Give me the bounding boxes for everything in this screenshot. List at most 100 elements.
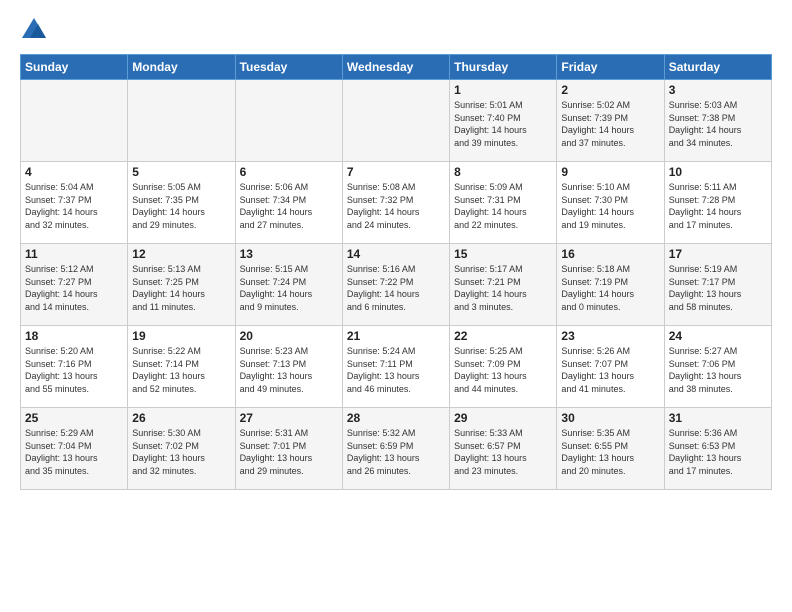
day-info: Sunrise: 5:02 AM Sunset: 7:39 PM Dayligh… [561,99,659,149]
day-info: Sunrise: 5:10 AM Sunset: 7:30 PM Dayligh… [561,181,659,231]
day-number: 22 [454,329,552,343]
week-row-3: 11 Sunrise: 5:12 AM Sunset: 7:27 PM Dayli… [21,244,772,326]
day-number: 25 [25,411,123,425]
day-info: Sunrise: 5:01 AM Sunset: 7:40 PM Dayligh… [454,99,552,149]
calendar-cell: 25 Sunrise: 5:29 AM Sunset: 7:04 PM Dayli… [21,408,128,490]
calendar-cell: 24 Sunrise: 5:27 AM Sunset: 7:06 PM Dayli… [664,326,771,408]
day-info: Sunrise: 5:17 AM Sunset: 7:21 PM Dayligh… [454,263,552,313]
day-number: 23 [561,329,659,343]
calendar-cell: 17 Sunrise: 5:19 AM Sunset: 7:17 PM Dayli… [664,244,771,326]
calendar: SundayMondayTuesdayWednesdayThursdayFrid… [20,54,772,490]
day-number: 24 [669,329,767,343]
calendar-cell: 13Sunrise: 5:15 AM Sunset: 7:24 PM Dayli… [235,244,342,326]
calendar-cell: 4Sunrise: 5:04 AM Sunset: 7:37 PM Daylig… [21,162,128,244]
calendar-cell: 9 Sunrise: 5:10 AM Sunset: 7:30 PM Daylig… [557,162,664,244]
calendar-cell [342,80,449,162]
page: SundayMondayTuesdayWednesdayThursdayFrid… [0,0,792,612]
day-info: Sunrise: 5:06 AM Sunset: 7:34 PM Dayligh… [240,181,338,231]
day-info: Sunrise: 5:18 AM Sunset: 7:19 PM Dayligh… [561,263,659,313]
day-info: Sunrise: 5:26 AM Sunset: 7:07 PM Dayligh… [561,345,659,395]
day-info: Sunrise: 5:05 AM Sunset: 7:35 PM Dayligh… [132,181,230,231]
day-info: Sunrise: 5:08 AM Sunset: 7:32 PM Dayligh… [347,181,445,231]
day-info: Sunrise: 5:31 AM Sunset: 7:01 PM Dayligh… [240,427,338,477]
calendar-cell: 29 Sunrise: 5:33 AM Sunset: 6:57 PM Dayli… [450,408,557,490]
day-number: 29 [454,411,552,425]
day-number: 6 [240,165,338,179]
day-number: 9 [561,165,659,179]
day-info: Sunrise: 5:36 AM Sunset: 6:53 PM Dayligh… [669,427,767,477]
calendar-cell: 6 Sunrise: 5:06 AM Sunset: 7:34 PM Daylig… [235,162,342,244]
day-info: Sunrise: 5:22 AM Sunset: 7:14 PM Dayligh… [132,345,230,395]
day-number: 27 [240,411,338,425]
day-info: Sunrise: 5:20 AM Sunset: 7:16 PM Dayligh… [25,345,123,395]
day-info: Sunrise: 5:27 AM Sunset: 7:06 PM Dayligh… [669,345,767,395]
day-number: 13 [240,247,338,261]
day-number: 15 [454,247,552,261]
calendar-cell: 2 Sunrise: 5:02 AM Sunset: 7:39 PM Daylig… [557,80,664,162]
calendar-cell: 16 Sunrise: 5:18 AM Sunset: 7:19 PM Dayli… [557,244,664,326]
weekday-header-monday: Monday [128,55,235,80]
weekday-header-row: SundayMondayTuesdayWednesdayThursdayFrid… [21,55,772,80]
calendar-cell: 7 Sunrise: 5:08 AM Sunset: 7:32 PM Daylig… [342,162,449,244]
day-info: Sunrise: 5:16 AM Sunset: 7:22 PM Dayligh… [347,263,445,313]
day-info: Sunrise: 5:35 AM Sunset: 6:55 PM Dayligh… [561,427,659,477]
day-info: Sunrise: 5:13 AM Sunset: 7:25 PM Dayligh… [132,263,230,313]
weekday-header-sunday: Sunday [21,55,128,80]
weekday-header-thursday: Thursday [450,55,557,80]
day-info: Sunrise: 5:32 AM Sunset: 6:59 PM Dayligh… [347,427,445,477]
day-number: 19 [132,329,230,343]
day-number: 21 [347,329,445,343]
calendar-cell: 27 Sunrise: 5:31 AM Sunset: 7:01 PM Dayli… [235,408,342,490]
day-number: 5 [132,165,230,179]
day-number: 17 [669,247,767,261]
day-info: Sunrise: 5:25 AM Sunset: 7:09 PM Dayligh… [454,345,552,395]
calendar-cell: 18Sunrise: 5:20 AM Sunset: 7:16 PM Dayli… [21,326,128,408]
calendar-cell: 5 Sunrise: 5:05 AM Sunset: 7:35 PM Daylig… [128,162,235,244]
day-info: Sunrise: 5:24 AM Sunset: 7:11 PM Dayligh… [347,345,445,395]
day-number: 14 [347,247,445,261]
calendar-cell: 1 Sunrise: 5:01 AM Sunset: 7:40 PM Daylig… [450,80,557,162]
calendar-cell: 8Sunrise: 5:09 AM Sunset: 7:31 PM Daylig… [450,162,557,244]
day-info: Sunrise: 5:33 AM Sunset: 6:57 PM Dayligh… [454,427,552,477]
calendar-cell: 22 Sunrise: 5:25 AM Sunset: 7:09 PM Dayli… [450,326,557,408]
weekday-header-wednesday: Wednesday [342,55,449,80]
calendar-cell: 23 Sunrise: 5:26 AM Sunset: 7:07 PM Dayli… [557,326,664,408]
day-info: Sunrise: 5:11 AM Sunset: 7:28 PM Dayligh… [669,181,767,231]
weekday-header-tuesday: Tuesday [235,55,342,80]
day-number: 16 [561,247,659,261]
calendar-cell: 30 Sunrise: 5:35 AM Sunset: 6:55 PM Dayli… [557,408,664,490]
weekday-header-friday: Friday [557,55,664,80]
week-row-2: 4Sunrise: 5:04 AM Sunset: 7:37 PM Daylig… [21,162,772,244]
day-number: 3 [669,83,767,97]
day-number: 1 [454,83,552,97]
calendar-cell [128,80,235,162]
calendar-cell: 21 Sunrise: 5:24 AM Sunset: 7:11 PM Dayli… [342,326,449,408]
day-number: 2 [561,83,659,97]
day-number: 7 [347,165,445,179]
calendar-cell: 14 Sunrise: 5:16 AM Sunset: 7:22 PM Dayli… [342,244,449,326]
day-number: 28 [347,411,445,425]
calendar-cell [21,80,128,162]
calendar-cell: 10 Sunrise: 5:11 AM Sunset: 7:28 PM Dayli… [664,162,771,244]
day-info: Sunrise: 5:12 AM Sunset: 7:27 PM Dayligh… [25,263,123,313]
week-row-4: 18Sunrise: 5:20 AM Sunset: 7:16 PM Dayli… [21,326,772,408]
week-row-5: 25 Sunrise: 5:29 AM Sunset: 7:04 PM Dayli… [21,408,772,490]
weekday-header-saturday: Saturday [664,55,771,80]
day-info: Sunrise: 5:30 AM Sunset: 7:02 PM Dayligh… [132,427,230,477]
day-info: Sunrise: 5:29 AM Sunset: 7:04 PM Dayligh… [25,427,123,477]
day-number: 4 [25,165,123,179]
header [20,16,772,44]
calendar-cell: 3Sunrise: 5:03 AM Sunset: 7:38 PM Daylig… [664,80,771,162]
week-row-1: 1 Sunrise: 5:01 AM Sunset: 7:40 PM Daylig… [21,80,772,162]
calendar-cell [235,80,342,162]
day-number: 11 [25,247,123,261]
calendar-cell: 20Sunrise: 5:23 AM Sunset: 7:13 PM Dayli… [235,326,342,408]
day-number: 8 [454,165,552,179]
day-number: 10 [669,165,767,179]
day-number: 31 [669,411,767,425]
day-number: 20 [240,329,338,343]
day-number: 30 [561,411,659,425]
calendar-cell: 11 Sunrise: 5:12 AM Sunset: 7:27 PM Dayli… [21,244,128,326]
logo [20,16,52,44]
day-info: Sunrise: 5:19 AM Sunset: 7:17 PM Dayligh… [669,263,767,313]
